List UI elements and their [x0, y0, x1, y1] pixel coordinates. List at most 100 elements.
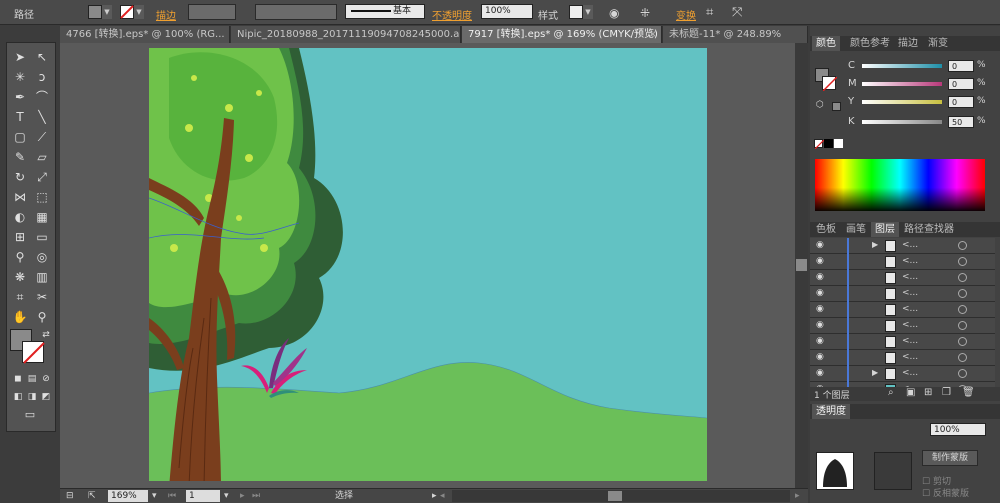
layer-row[interactable]: ◉ ▶ <...: [810, 366, 995, 382]
invert-mask-checkbox[interactable]: ☐ 反相蒙版: [922, 486, 969, 499]
make-mask-button[interactable]: 制作蒙版: [922, 450, 978, 466]
target-icon[interactable]: [958, 305, 967, 314]
zoom-dropdown-icon[interactable]: ▾: [152, 490, 157, 502]
page-field[interactable]: 1: [186, 490, 220, 502]
rotate-tool-icon[interactable]: ↻: [11, 169, 29, 185]
target-icon[interactable]: [958, 337, 967, 346]
slider-m[interactable]: M 0 %: [848, 78, 998, 90]
blend-tool-icon[interactable]: ◎: [33, 249, 51, 265]
stroke-profile-dropdown[interactable]: 基本: [345, 4, 425, 19]
layer-row[interactable]: ◉ <...: [810, 350, 995, 366]
artboard[interactable]: [149, 48, 707, 481]
eye-icon[interactable]: ◉: [816, 320, 824, 330]
slider-track[interactable]: [862, 120, 942, 124]
shape-builder-icon[interactable]: ◐: [11, 209, 29, 225]
mesh-tool-icon[interactable]: ⊞: [11, 229, 29, 245]
artboard-tool-icon[interactable]: ⌗: [11, 289, 29, 305]
delete-layer-icon[interactable]: 🗑: [962, 387, 975, 398]
eye-icon[interactable]: ◉: [816, 352, 824, 362]
target-icon[interactable]: [958, 353, 967, 362]
align-icon[interactable]: ⁜: [640, 5, 650, 21]
last-page-icon[interactable]: ⏭: [252, 490, 260, 502]
symbol-sprayer-icon[interactable]: ❋: [11, 269, 29, 285]
variable-width-dropdown[interactable]: [255, 4, 337, 20]
layer-row[interactable]: ◉ <...: [810, 318, 995, 334]
eye-icon[interactable]: ◉: [816, 288, 824, 298]
canvas-area[interactable]: [60, 43, 795, 488]
horizontal-scrollbar[interactable]: [452, 490, 790, 502]
zoom-tool-icon[interactable]: ⚲: [33, 309, 51, 325]
slider-track[interactable]: [862, 64, 942, 68]
tab-gradient[interactable]: 渐变: [924, 36, 952, 51]
opacity-field[interactable]: 100%: [481, 4, 533, 19]
stroke-indicator-icon[interactable]: [822, 76, 838, 92]
paintbrush-icon[interactable]: ⟋: [33, 129, 51, 145]
target-icon[interactable]: [958, 273, 967, 282]
export-icon[interactable]: ⇱: [88, 490, 96, 502]
tab-stroke[interactable]: 描边: [894, 36, 922, 51]
target-icon[interactable]: [958, 369, 967, 378]
free-transform-icon[interactable]: ⬚: [33, 189, 51, 205]
first-page-icon[interactable]: ⏮: [168, 490, 176, 502]
slider-value-c[interactable]: 0: [948, 60, 974, 72]
lasso-icon[interactable]: ↄ: [33, 69, 51, 85]
tab-swatches[interactable]: 色板: [812, 222, 840, 237]
eye-icon[interactable]: ◉: [816, 304, 824, 314]
gradient-tool-icon[interactable]: ▭: [33, 229, 51, 245]
draw-inside-icon[interactable]: ◩: [37, 389, 55, 405]
new-layer-icon[interactable]: ❐: [942, 387, 951, 398]
screen-mode-icon[interactable]: ▭: [21, 407, 39, 423]
vertical-scrollbar[interactable]: [795, 43, 808, 488]
scrollbar-thumb[interactable]: [796, 259, 807, 271]
eye-icon[interactable]: ◉: [816, 272, 824, 282]
swap-icon[interactable]: ⇄: [37, 327, 55, 343]
none-mode-icon[interactable]: ⊘: [37, 371, 55, 387]
stroke-weight-field[interactable]: [188, 4, 236, 20]
layer-row[interactable]: ◉ <...: [810, 270, 995, 286]
target-icon[interactable]: [958, 321, 967, 330]
hscroll-thumb[interactable]: [608, 491, 622, 501]
stroke-label[interactable]: 描边: [156, 6, 176, 22]
eye-icon[interactable]: ◉: [816, 368, 824, 378]
width-tool-icon[interactable]: ⋈: [11, 189, 29, 205]
rectangle-tool-icon[interactable]: ▢: [11, 129, 29, 145]
layer-row[interactable]: ◉ <...: [810, 334, 995, 350]
tab-brushes[interactable]: 画笔: [842, 222, 870, 237]
opacity-label[interactable]: 不透明度: [432, 6, 472, 22]
white-swatch[interactable]: [834, 139, 843, 148]
tab-color-guide[interactable]: 颜色参考: [846, 36, 894, 51]
stroke-color-icon[interactable]: [22, 341, 45, 364]
tab-layers[interactable]: 图层: [871, 222, 899, 237]
slider-y[interactable]: Y 0 %: [848, 96, 998, 108]
slider-k[interactable]: K 50 %: [848, 116, 998, 128]
slider-track[interactable]: [862, 100, 942, 104]
zoom-field[interactable]: 169%: [108, 490, 148, 502]
web-safe-swatch-icon[interactable]: [832, 102, 841, 111]
tab-document-3[interactable]: 7917 [转换].eps* @ 169% (CMYK/预览) ×: [462, 26, 662, 43]
expand-icon[interactable]: ▶: [872, 368, 878, 377]
eye-icon[interactable]: ◉: [816, 240, 824, 250]
magic-wand-icon[interactable]: ✳: [11, 69, 29, 85]
locate-object-icon[interactable]: ⌕: [888, 387, 894, 398]
transform-label[interactable]: 变换: [676, 6, 696, 22]
eyedropper-icon[interactable]: ⚲: [11, 249, 29, 265]
slider-track[interactable]: [862, 82, 942, 86]
tab-document-4[interactable]: 未标题-11* @ 248.89%: [663, 26, 808, 43]
target-icon[interactable]: [958, 257, 967, 266]
eraser-icon[interactable]: ▱: [33, 149, 51, 165]
direct-selection-tool-icon[interactable]: ↖: [33, 49, 51, 65]
eye-icon[interactable]: ◉: [816, 256, 824, 266]
scale-tool-icon[interactable]: ⤢: [33, 169, 51, 185]
mask-thumbnail[interactable]: [874, 452, 912, 490]
next-page-icon[interactable]: ▸: [240, 490, 245, 502]
target-icon[interactable]: [958, 289, 967, 298]
target-icon[interactable]: [958, 241, 967, 250]
layer-row[interactable]: ◉ ▶ <...: [810, 238, 995, 254]
pen-tool-icon[interactable]: ✒: [11, 89, 29, 105]
tab-document-1[interactable]: 4766 [转换].eps* @ 100% (RG...: [60, 26, 230, 43]
tab-color[interactable]: 颜色: [812, 36, 840, 51]
tab-transparency[interactable]: 透明度: [812, 404, 850, 419]
clipping-mask-icon[interactable]: ▣: [906, 387, 915, 398]
hand-tool-icon[interactable]: ✋: [11, 309, 29, 325]
fill-swatch[interactable]: ▼: [88, 4, 112, 20]
